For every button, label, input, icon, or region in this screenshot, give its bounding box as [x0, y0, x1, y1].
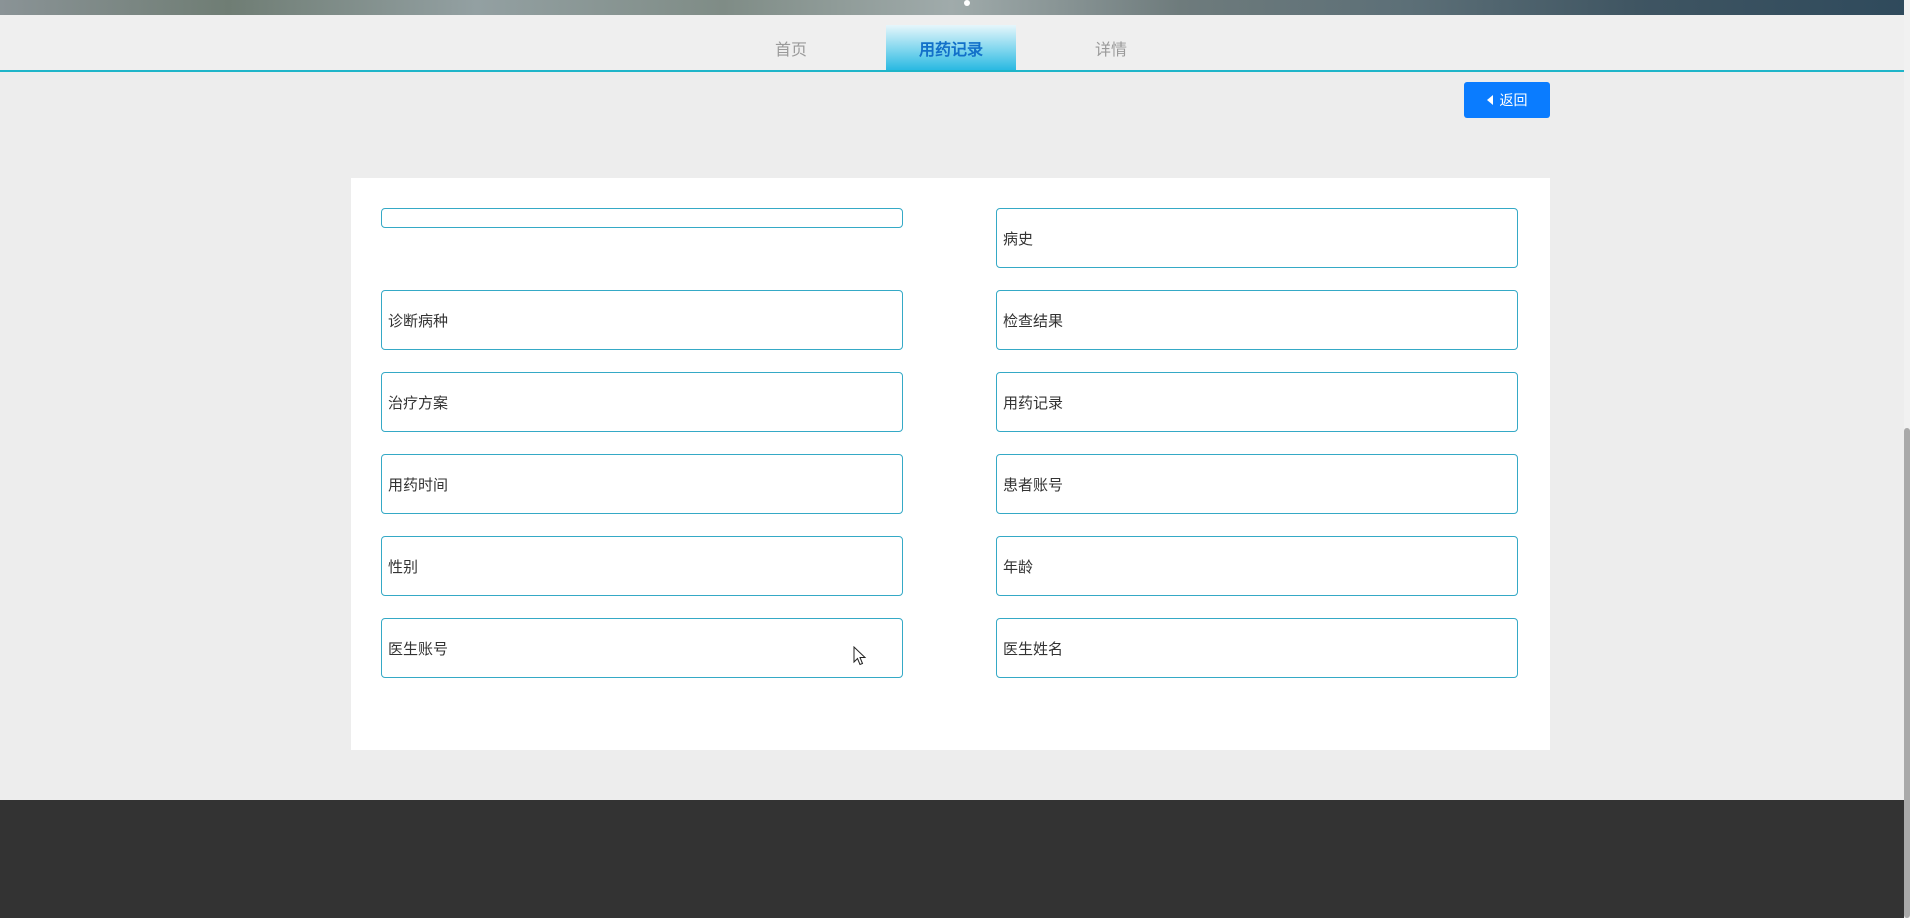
exam-results-field[interactable]: 检查结果 — [996, 290, 1518, 350]
scrollbar-thumb[interactable] — [1904, 428, 1910, 918]
medication-time-field[interactable]: 用药时间 — [381, 454, 903, 514]
medical-history-field[interactable]: 病史 — [996, 208, 1518, 268]
tab-home[interactable]: 首页 — [726, 25, 856, 70]
gender-field[interactable]: 性别 — [381, 536, 903, 596]
medication-record-field[interactable]: 用药记录 — [996, 372, 1518, 432]
back-button[interactable]: 返回 — [1464, 82, 1550, 118]
tab-medication-records[interactable]: 用药记录 — [886, 25, 1016, 70]
page-footer — [0, 800, 1904, 918]
top-navbar: 首页 用药记录 详情 — [0, 15, 1904, 72]
doctor-name-field[interactable]: 医生姓名 — [996, 618, 1518, 678]
doctor-account-field[interactable]: 医生账号 — [381, 618, 903, 678]
detail-form-panel: 病史 诊断病种 检查结果 治疗方案 用药记录 用药时间 患者账号 性别 年龄 医… — [351, 178, 1550, 750]
patient-account-field[interactable]: 患者账号 — [996, 454, 1518, 514]
tab-details[interactable]: 详情 — [1046, 25, 1176, 70]
treatment-plan-field[interactable]: 治疗方案 — [381, 372, 903, 432]
age-field[interactable]: 年龄 — [996, 536, 1518, 596]
mouse-pointer-icon — [853, 646, 867, 666]
diagnosis-field[interactable]: 诊断病种 — [381, 290, 903, 350]
carousel-indicator-dot[interactable] — [964, 0, 970, 6]
image-field[interactable] — [381, 208, 903, 228]
caret-left-icon — [1486, 95, 1493, 105]
back-button-label: 返回 — [1499, 93, 1528, 109]
header-banner-image — [0, 0, 1904, 15]
